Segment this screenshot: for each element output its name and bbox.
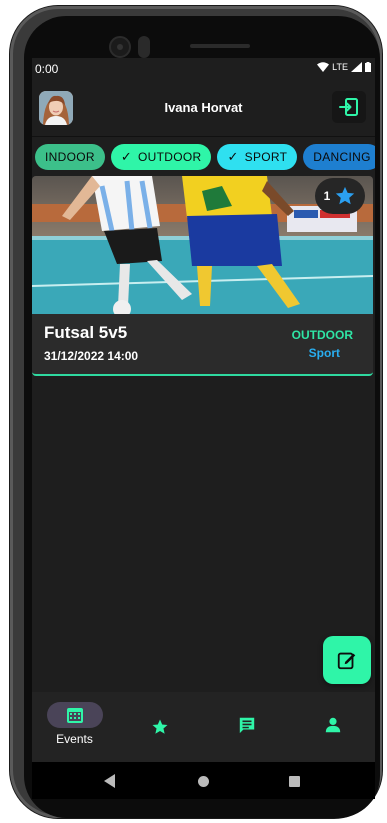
header-divider [32, 136, 375, 137]
create-event-button[interactable] [323, 636, 371, 684]
front-camera [109, 36, 131, 58]
chip-label: INDOOR [45, 150, 95, 164]
star-icon [152, 719, 167, 734]
favorite-count: 1 [323, 189, 331, 203]
app-screen: 0:00 LTE Ivana Horvat INDOOR ✓ OUTDOOR ✓… [32, 58, 375, 799]
user-name: Ivana Horvat [164, 100, 243, 115]
chat-icon [239, 717, 254, 734]
wifi-icon [317, 62, 330, 72]
signal-icon [351, 62, 362, 72]
recents-icon[interactable] [289, 776, 300, 787]
status-time: 0:00 [35, 62, 59, 76]
checkmark-icon: ✓ [120, 149, 133, 164]
event-type: Sport [308, 346, 340, 360]
event-datetime: 31/12/2022 14:00 [44, 349, 139, 363]
status-bar: 0:00 LTE [32, 58, 375, 80]
nav-messages[interactable] [204, 692, 289, 762]
chip-label: OUTDOOR [138, 150, 202, 164]
chip-label: DANCING [313, 150, 371, 164]
filter-chip-dancing[interactable]: DANCING [303, 144, 375, 170]
edit-icon [337, 652, 356, 670]
nav-profile[interactable] [290, 692, 375, 762]
home-icon[interactable] [198, 776, 209, 787]
checkmark-icon: ✓ [227, 149, 239, 164]
nav-profile-indicator [305, 712, 361, 738]
filter-chip-sport[interactable]: ✓ SPORT [217, 144, 298, 170]
calendar-icon [66, 708, 83, 723]
back-icon[interactable] [104, 774, 115, 788]
event-card[interactable]: 1 Futsal 5v5 31/12/2022 14:00 OUTDOOR Sp… [32, 176, 373, 376]
nav-favorites[interactable] [117, 692, 202, 762]
chip-label: SPORT [244, 150, 288, 164]
app-header: Ivana Horvat [32, 80, 375, 136]
logout-icon [339, 98, 358, 116]
nav-events[interactable]: Events [32, 692, 117, 762]
system-navigation-bar [32, 762, 375, 799]
earpiece-speaker [190, 44, 250, 48]
network-label: LTE [332, 62, 348, 72]
battery-icon [365, 62, 371, 72]
status-icons: LTE [317, 62, 371, 72]
nav-messages-indicator [219, 712, 275, 738]
filter-chip-indoor[interactable]: INDOOR [35, 144, 105, 170]
favorite-badge[interactable]: 1 [315, 178, 365, 214]
logout-button[interactable] [332, 91, 366, 123]
bottom-navigation: Events [32, 692, 375, 762]
nav-events-indicator [46, 702, 103, 728]
filter-chips: INDOOR ✓ OUTDOOR ✓ SPORT DANCING [35, 144, 375, 170]
nav-events-label: Events [56, 732, 93, 746]
proximity-sensor [138, 36, 150, 58]
event-category: OUTDOOR [291, 328, 353, 342]
event-title: Futsal 5v5 [44, 323, 128, 342]
nav-favorites-indicator [132, 714, 188, 740]
filter-chip-outdoor[interactable]: ✓ OUTDOOR [110, 144, 212, 170]
star-icon [336, 186, 355, 205]
person-icon [325, 717, 340, 733]
